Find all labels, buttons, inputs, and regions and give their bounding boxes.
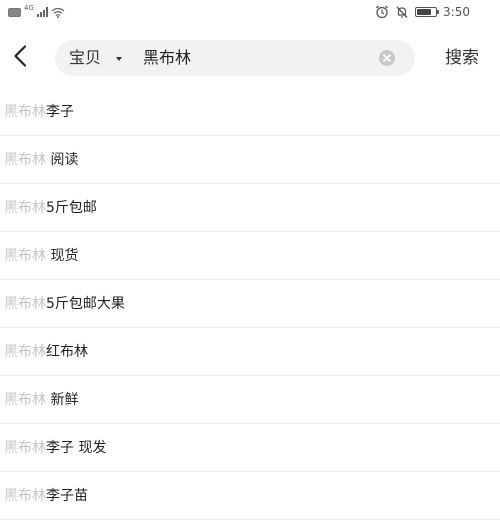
clear-icon[interactable]	[377, 48, 397, 68]
suggestion-text: 李子	[46, 104, 74, 120]
suggestion-text: 李子苗	[46, 488, 88, 504]
suggestion-prefix: 黑布林	[4, 344, 46, 360]
search-scope-selector[interactable]: 宝贝	[69, 40, 101, 76]
suggestion-text: 现货	[46, 248, 79, 264]
status-left: 4G	[8, 4, 65, 20]
suggestion-item[interactable]: 黑布林5斤包邮	[0, 184, 500, 232]
sim-card-icon	[8, 7, 21, 17]
suggestion-prefix: 黑布林	[4, 248, 46, 264]
chevron-left-icon	[13, 45, 27, 71]
suggestion-item[interactable]: 黑布林李子苗	[0, 472, 500, 520]
suggestion-item[interactable]: 黑布林 阅读	[0, 136, 500, 184]
suggestion-prefix: 黑布林	[4, 200, 46, 216]
suggestion-item[interactable]: 黑布林5斤包邮大果	[0, 280, 500, 328]
status-bar: 4G 3:50	[0, 0, 500, 24]
battery-icon	[415, 7, 440, 17]
back-button[interactable]	[4, 40, 36, 76]
suggestion-text: 阅读	[46, 152, 79, 168]
suggestion-prefix: 黑布林	[4, 440, 46, 456]
search-box[interactable]: 宝贝	[55, 40, 415, 76]
suggestion-prefix: 黑布林	[4, 104, 46, 120]
suggestion-item[interactable]: 黑布林李子	[0, 88, 500, 136]
wifi-icon	[51, 7, 65, 18]
suggestion-text: 新鲜	[46, 392, 79, 408]
status-time: 3:50	[443, 5, 470, 19]
suggestion-text: 红布林	[46, 344, 88, 360]
suggestion-item[interactable]: 黑布林 新鲜	[0, 376, 500, 424]
suggestion-text: 李子 现发	[46, 440, 107, 456]
suggestion-item[interactable]: 黑布林 现货	[0, 232, 500, 280]
alarm-icon	[375, 5, 389, 19]
status-right: 3:50	[375, 3, 470, 21]
suggestion-prefix: 黑布林	[4, 488, 46, 504]
suggestion-prefix: 黑布林	[4, 392, 46, 408]
mute-icon	[395, 5, 409, 19]
caret-down-icon[interactable]	[116, 57, 122, 61]
search-input[interactable]	[143, 40, 363, 76]
suggestion-prefix: 黑布林	[4, 296, 46, 312]
suggestion-item[interactable]: 黑布林红布林	[0, 328, 500, 376]
suggestion-list: 黑布林李子 黑布林 阅读 黑布林5斤包邮 黑布林 现货 黑布林5斤包邮大果 黑布…	[0, 88, 500, 520]
suggestion-text: 5斤包邮	[46, 200, 97, 216]
suggestion-item[interactable]: 黑布林李子 现发	[0, 424, 500, 472]
suggestion-prefix: 黑布林	[4, 152, 46, 168]
suggestion-text: 5斤包邮大果	[46, 296, 125, 312]
network-type-label: 4G	[24, 4, 34, 12]
signal-icon	[36, 7, 48, 17]
search-button[interactable]: 搜索	[434, 40, 490, 76]
